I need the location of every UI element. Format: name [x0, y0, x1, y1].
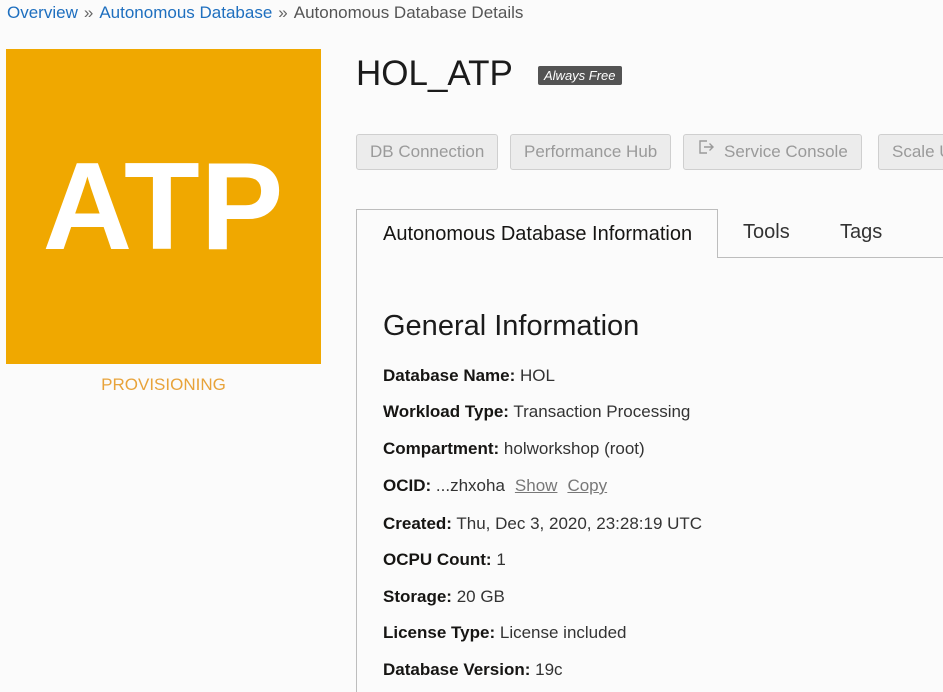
field-ocid: OCID: ...zhxoha Show Copy	[383, 476, 607, 496]
breadcrumb-separator: »	[278, 3, 288, 22]
breadcrumb-current: Autonomous Database Details	[293, 3, 524, 22]
atp-logo: ATP	[6, 49, 321, 364]
performance-hub-button[interactable]: Performance Hub	[510, 134, 672, 170]
field-label: Workload Type:	[383, 402, 509, 421]
field-database-name: Database Name: HOL	[383, 366, 555, 386]
field-value: 20 GB	[456, 587, 505, 606]
performance-hub-label: Performance Hub	[524, 142, 658, 161]
field-label: Compartment:	[383, 439, 500, 458]
db-connection-button[interactable]: DB Connection	[356, 134, 499, 170]
field-created: Created: Thu, Dec 3, 2020, 23:28:19 UTC	[383, 514, 702, 534]
field-value: HOL	[520, 366, 555, 385]
field-value: 1	[496, 550, 506, 569]
tabs-divider	[717, 257, 943, 258]
breadcrumb-autonomous-database-link[interactable]: Autonomous Database	[99, 3, 272, 22]
field-value: Thu, Dec 3, 2020, 23:28:19 UTC	[456, 514, 703, 533]
field-database-version: Database Version: 19c	[383, 660, 563, 680]
tab-label: Tools	[743, 221, 790, 243]
lifecycle-status: PROVISIONING	[101, 375, 226, 394]
field-value: License included	[499, 623, 627, 642]
always-free-badge: Always Free	[538, 66, 622, 85]
field-value: ...zhxoha	[435, 476, 505, 495]
field-value: 19c	[535, 660, 563, 679]
page-title: HOL_ATP	[356, 54, 513, 93]
field-label: License Type:	[383, 623, 496, 642]
breadcrumb-separator: »	[83, 3, 94, 22]
ocid-show-link[interactable]: Show	[515, 476, 558, 495]
field-label: Created:	[383, 514, 452, 533]
tab-tools[interactable]: Tools	[743, 209, 790, 257]
field-label: Storage:	[383, 587, 452, 606]
scale-button[interactable]: Scale U	[878, 134, 943, 170]
ocid-copy-link[interactable]: Copy	[567, 476, 607, 495]
field-label: Database Version:	[383, 660, 531, 679]
field-storage: Storage: 20 GB	[383, 587, 505, 607]
db-connection-label: DB Connection	[370, 142, 485, 161]
breadcrumb-overview-link[interactable]: Overview	[7, 3, 78, 22]
tab-tags[interactable]: Tags	[840, 209, 882, 257]
service-console-button[interactable]: Service Console	[683, 134, 862, 170]
logo-text: ATP	[42, 137, 285, 276]
tab-label: Tags	[840, 221, 883, 243]
field-value: Transaction Processing	[513, 402, 691, 421]
field-ocpu-count: OCPU Count: 1	[383, 550, 506, 570]
tab-autonomous-database-information[interactable]: Autonomous Database Information	[356, 209, 718, 258]
section-title: General Information	[383, 310, 640, 342]
field-label: OCID:	[383, 476, 432, 495]
service-console-label: Service Console	[724, 142, 848, 161]
field-compartment: Compartment: holworkshop (root)	[383, 439, 645, 459]
field-label: OCPU Count:	[383, 550, 492, 569]
field-label: Database Name:	[383, 366, 516, 385]
scale-label: Scale U	[892, 142, 943, 161]
panel-border	[356, 257, 357, 692]
field-workload-type: Workload Type: Transaction Processing	[383, 402, 690, 422]
tab-label: Autonomous Database Information	[383, 223, 693, 245]
field-license-type: License Type: License included	[383, 623, 627, 643]
external-link-icon	[697, 134, 715, 168]
breadcrumb: Overview » Autonomous Database » Autonomous …	[7, 3, 523, 23]
field-value: holworkshop (root)	[503, 439, 645, 458]
